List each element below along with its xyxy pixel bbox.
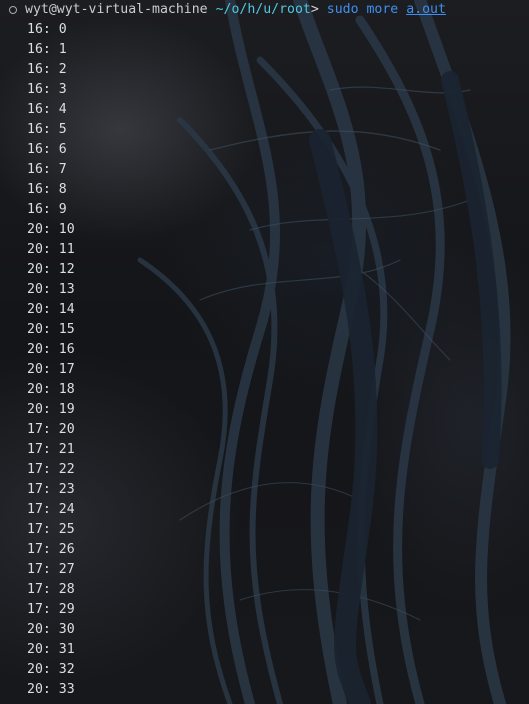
output-line: 16: 4 bbox=[27, 102, 67, 117]
prompt-user-host: wyt@wyt-virtual-machine bbox=[25, 2, 208, 17]
output-line: 17: 29 bbox=[27, 602, 75, 617]
output-line: 17: 21 bbox=[27, 442, 75, 457]
output-line: 20: 33 bbox=[27, 682, 75, 697]
output-line: 20: 32 bbox=[27, 662, 75, 677]
output-line: 20: 17 bbox=[27, 362, 75, 377]
output-line: 20: 13 bbox=[27, 282, 75, 297]
output-line: 20: 10 bbox=[27, 222, 75, 237]
output-line: 16: 8 bbox=[27, 182, 67, 197]
command-output: 16: 0 16: 1 16: 2 16: 3 16: 4 16: 5 16: 6 16: 7… bbox=[0, 20, 529, 700]
output-line: 20: 12 bbox=[27, 262, 75, 277]
terminal-window[interactable]: wyt@wyt-virtual-machine ~/o/h/u/root > su… bbox=[0, 0, 529, 704]
output-line: 16: 1 bbox=[27, 42, 67, 57]
sub-command-text: more bbox=[366, 2, 399, 17]
output-line: 20: 14 bbox=[27, 302, 75, 317]
output-line: 20: 30 bbox=[27, 622, 75, 637]
output-line: 20: 16 bbox=[27, 342, 75, 357]
output-line: 20: 15 bbox=[27, 322, 75, 337]
output-line: 17: 28 bbox=[27, 582, 75, 597]
output-line: 17: 22 bbox=[27, 462, 75, 477]
output-line: 20: 19 bbox=[27, 402, 75, 417]
output-line: 16: 6 bbox=[27, 142, 67, 157]
output-line: 16: 9 bbox=[27, 202, 67, 217]
prompt-status-icon bbox=[9, 6, 17, 14]
command-argument-link[interactable]: a.out bbox=[406, 0, 446, 20]
output-line: 20: 31 bbox=[27, 642, 75, 657]
output-line: 16: 3 bbox=[27, 82, 67, 97]
output-line: 17: 20 bbox=[27, 422, 75, 437]
output-line: 17: 24 bbox=[27, 502, 75, 517]
output-line: 20: 18 bbox=[27, 382, 75, 397]
output-line: 16: 5 bbox=[27, 122, 67, 137]
prompt-arrow: > bbox=[310, 2, 319, 17]
command-text: sudo bbox=[326, 2, 359, 17]
output-line: 16: 7 bbox=[27, 162, 67, 177]
output-line: 20: 11 bbox=[27, 242, 75, 257]
terminal-content: wyt@wyt-virtual-machine ~/o/h/u/root > su… bbox=[0, 0, 529, 700]
output-line: 17: 23 bbox=[27, 482, 75, 497]
output-line: 16: 2 bbox=[27, 62, 67, 77]
output-line: 16: 0 bbox=[27, 22, 67, 37]
output-line: 17: 27 bbox=[27, 562, 75, 577]
prompt-line: wyt@wyt-virtual-machine ~/o/h/u/root > su… bbox=[0, 0, 529, 20]
output-line: 17: 26 bbox=[27, 542, 75, 557]
output-line: 17: 25 bbox=[27, 522, 75, 537]
prompt-path: ~/o/h/u/root bbox=[215, 2, 311, 17]
